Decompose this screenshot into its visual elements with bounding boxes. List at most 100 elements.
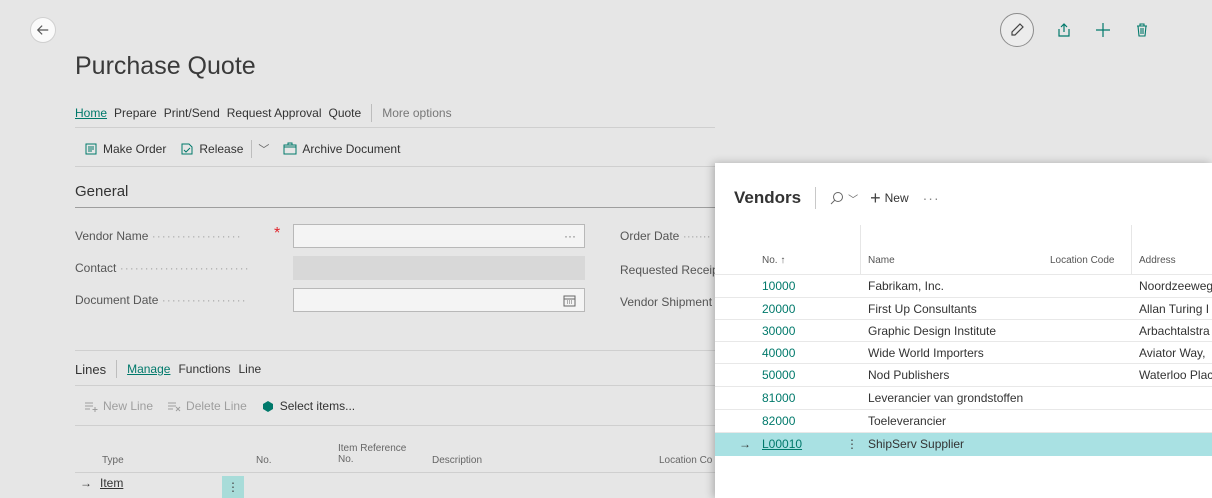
vendor-no[interactable]: 30000 [762,324,795,338]
action-bar: Make Order Release ﹀ Archive Document [84,140,414,158]
archive-document-button[interactable]: Archive Document [283,142,400,156]
document-date-input[interactable] [293,288,585,312]
chevron-down-icon: ﹀ [848,194,859,206]
vendor-address: Arbachtalstra [1139,324,1210,338]
make-order-label: Make Order [103,142,167,156]
delete-button[interactable] [1133,21,1151,39]
table-row[interactable]: 81000 Leverancier van grondstoffen [715,386,1212,408]
vendor-no[interactable]: 50000 [762,368,795,382]
plus-icon: + [870,187,881,208]
tab-quote[interactable]: Quote [329,106,362,120]
edit-button[interactable] [1000,13,1034,47]
make-order-button[interactable]: Make Order [84,142,166,156]
requested-receipt-label: Requested Receip [620,263,719,277]
vendor-name: Toeleverancier [868,414,947,428]
vendor-address: Allan Turing I [1139,302,1210,316]
vendor-no[interactable]: 40000 [762,346,795,360]
vendor-no[interactable]: 81000 [762,391,795,405]
row-menu-button[interactable]: ⋮ [222,476,244,498]
table-row[interactable]: → Item [80,476,123,490]
table-row[interactable]: 30000 Graphic Design Institute Arbachtal… [715,319,1212,341]
lookup-button[interactable]: ··· [564,229,576,243]
vendor-address: Aviator Way, [1139,346,1206,360]
release-icon [181,143,193,155]
table-row[interactable]: 82000 Toeleverancier [715,409,1212,431]
vendor-name: Fabrikam, Inc. [868,279,945,293]
divider [116,360,118,378]
vendor-name-field: Vendor Name ·················· * ··· [75,224,585,248]
column-divider [860,225,861,275]
vendor-name: ShipServ Supplier [868,437,965,451]
current-row-arrow-icon: → [80,476,92,490]
page-actions [1000,13,1151,47]
tab-line[interactable]: Line [238,362,261,376]
vendor-no[interactable]: 20000 [762,302,795,316]
column-header-description[interactable]: Description [432,455,482,466]
release-label: Release [199,142,244,156]
more-actions-button[interactable]: ··· [923,190,940,206]
select-items-button[interactable]: Select items... [261,399,355,413]
delete-line-button[interactable]: Delete Line [167,399,247,413]
column-header-item-reference[interactable]: Item Reference No. [338,443,406,465]
plus-icon [1096,23,1110,37]
more-options-button[interactable]: More options [382,106,451,120]
new-button[interactable] [1094,21,1112,39]
delete-line-label: Delete Line [186,399,247,413]
release-button[interactable]: Release [180,142,243,156]
new-label: New [884,191,909,205]
share-icon [1058,23,1070,37]
tab-prepare[interactable]: Prepare [114,106,157,120]
general-section-title: General [75,183,129,200]
new-vendor-button[interactable]: + New [870,188,909,209]
vendors-title: Vendors [734,188,802,207]
lines-title: Lines [75,361,107,377]
column-header-no[interactable]: No. [256,455,272,466]
column-header-name[interactable]: Name [868,255,895,266]
tab-manage[interactable]: Manage [127,362,170,376]
line-type-value[interactable]: Item [100,476,123,490]
row-menu-button[interactable]: ⋮ [846,437,858,451]
document-date-label: Document Date ················· [75,293,247,307]
column-header-location-code[interactable]: Location Code [1050,255,1115,266]
tab-request-approval[interactable]: Request Approval [227,106,322,120]
tab-functions[interactable]: Functions [178,362,230,376]
table-row-selected[interactable]: → L00010 ⋮ ShipServ Supplier [715,432,1212,456]
chevron-down-icon[interactable]: ﹀ [258,141,269,157]
arrow-left-icon [36,25,49,35]
tab-print-send[interactable]: Print/Send [164,106,220,120]
vendor-name: First Up Consultants [868,302,977,316]
vendor-no[interactable]: 82000 [762,414,795,428]
vendor-name-input[interactable]: ··· [293,224,585,248]
search-button[interactable]: ﹀ [830,191,858,206]
back-button[interactable] [30,17,56,43]
vendor-no[interactable]: 10000 [762,279,795,293]
action-tabs: Home Prepare Print/Send Request Approval… [75,104,452,122]
table-row[interactable]: 20000 First Up Consultants Allan Turing … [715,297,1212,319]
column-header-location[interactable]: Location Co [659,455,712,466]
lines-action-bar: New Line Delete Line Select items... [84,399,369,413]
vendor-address: Waterloo Plac [1139,368,1212,382]
vendor-name: Nod Publishers [868,368,950,382]
delete-line-icon [168,402,181,412]
vendor-no[interactable]: L00010 [762,437,802,451]
select-items-icon [262,401,273,412]
table-row[interactable]: 10000 Fabrikam, Inc. Noordzeeweg [715,274,1212,296]
make-order-icon [85,143,97,155]
archive-document-label: Archive Document [302,142,401,156]
vendor-name: Leverancier van grondstoffen [868,391,1024,405]
column-header-no[interactable]: No. ↑ [762,255,785,266]
contact-field: Contact ·························· [75,256,585,280]
column-header-type[interactable]: Type [102,455,124,466]
tab-home[interactable]: Home [75,106,107,120]
table-row[interactable]: 50000 Nod Publishers Waterloo Plac [715,363,1212,385]
current-row-arrow-icon: → [739,437,751,451]
share-button[interactable] [1055,21,1073,39]
table-row[interactable]: 40000 Wide World Importers Aviator Way, [715,341,1212,363]
divider [75,127,715,128]
calendar-icon[interactable] [563,294,576,307]
new-line-button[interactable]: New Line [84,399,153,413]
required-indicator: * [274,225,281,242]
column-header-address[interactable]: Address [1139,255,1176,266]
divider [75,166,715,167]
vendors-header: Vendors ﹀ + New ··· [734,187,940,209]
